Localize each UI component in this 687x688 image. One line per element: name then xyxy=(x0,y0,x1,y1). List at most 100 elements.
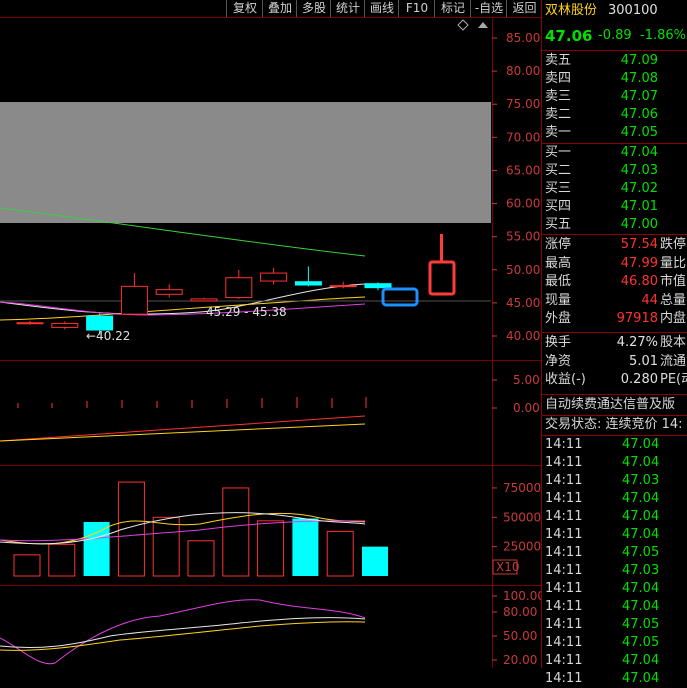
diejia-button[interactable]: 叠加 xyxy=(262,0,297,17)
kline-chart[interactable]: 85.00 80.00 75.00 70.00 65.00 60.00 55.00 50.00… xyxy=(0,18,541,668)
row-label: 外盘 xyxy=(545,311,572,326)
tick-time: 14:11 xyxy=(545,599,583,614)
buy-row[interactable]: 买二 47.03 xyxy=(542,162,687,180)
volume-bar[interactable] xyxy=(362,546,388,576)
volume-bar[interactable] xyxy=(326,530,354,577)
buy-row[interactable]: 买四 47.01 xyxy=(542,198,687,216)
notice-row[interactable]: 自动续费通达信普及版 xyxy=(542,396,687,414)
stats-row[interactable]: 外盘 97918 内盘 xyxy=(542,310,687,328)
current-price: 47.06 xyxy=(545,27,593,45)
row-label: 最低 xyxy=(545,274,572,289)
row-value: 97918 xyxy=(616,311,658,326)
duogu-button[interactable]: 多股 xyxy=(296,0,331,17)
candlestick[interactable] xyxy=(155,284,183,298)
row-value: 47.03 xyxy=(620,163,658,178)
f10-button[interactable]: F10 xyxy=(398,0,435,17)
tick-price: 47.05 xyxy=(622,635,660,650)
candlestick[interactable] xyxy=(51,321,79,330)
macd-bars xyxy=(17,397,367,408)
row-extra-label: 股本 xyxy=(660,335,687,350)
sell-row[interactable]: 卖二 47.06 xyxy=(542,106,687,124)
fanhui-button[interactable]: 返回 xyxy=(506,0,542,17)
kdj-axis-label: 100.00 xyxy=(503,589,541,603)
tick-row: 14:11 47.05 xyxy=(542,544,687,562)
sell-row[interactable]: 卖五 47.09 xyxy=(542,52,687,70)
kdj-k-line xyxy=(0,617,366,649)
diamond-icon[interactable] xyxy=(457,19,469,31)
fuquan-button[interactable]: 复权 xyxy=(226,0,263,17)
sell-row[interactable]: 卖四 47.08 xyxy=(542,70,687,88)
tick-row: 14:11 47.05 xyxy=(542,616,687,634)
row-extra-label: 跌停 xyxy=(660,237,687,252)
row-label: 卖三 xyxy=(545,89,572,104)
sell-row[interactable]: 卖一 47.05 xyxy=(542,124,687,142)
toolbar: 复权 叠加 多股 统计 画线 F10 标记 -自选 返回 xyxy=(0,0,541,18)
huaxian-button[interactable]: 画线 xyxy=(364,0,399,17)
volume-bar[interactable] xyxy=(187,540,215,577)
row-extra-label: 市值 xyxy=(660,274,687,289)
volume-bar[interactable] xyxy=(13,554,41,577)
notice-text: 自动续费通达信普及版 xyxy=(545,397,676,412)
biaoji-button[interactable]: 标记 xyxy=(434,0,471,17)
blue-drawn-box[interactable] xyxy=(381,287,419,307)
buy-row[interactable]: 买一 47.04 xyxy=(542,144,687,162)
tick-row: 14:11 47.03 xyxy=(542,562,687,580)
row-label: 最高 xyxy=(545,255,572,271)
tick-time: 14:11 xyxy=(545,473,583,488)
fund-row[interactable]: 换手 4.27% 股本 xyxy=(542,334,687,352)
red-drawn-box[interactable] xyxy=(428,260,456,296)
stats-row[interactable]: 涨停 57.54 跌停 xyxy=(542,236,687,254)
price-change-pct: -1.86% xyxy=(640,28,686,43)
row-value: 47.00 xyxy=(620,217,658,232)
volume-bar[interactable] xyxy=(292,518,319,576)
volume-bar[interactable] xyxy=(257,520,285,577)
stock-code: 300100 xyxy=(608,3,658,18)
price-row: 47.06 -0.89 -1.86% xyxy=(542,27,687,45)
tick-row: 14:11 47.04 xyxy=(542,580,687,598)
buy-row[interactable]: 买三 47.02 xyxy=(542,180,687,198)
candlestick[interactable] xyxy=(225,269,253,299)
stock-name: 双林股份 xyxy=(545,3,598,18)
tick-time: 14:11 xyxy=(545,545,583,560)
buy-row[interactable]: 买五 47.00 xyxy=(542,216,687,234)
row-label: 涨停 xyxy=(545,237,572,252)
tick-time: 14:11 xyxy=(545,581,583,596)
stats-row[interactable]: 最低 46.80 市值 xyxy=(542,273,687,291)
tick-time: 14:11 xyxy=(545,563,583,578)
zixuan-button[interactable]: -自选 xyxy=(470,0,507,17)
tick-price: 47.03 xyxy=(622,563,660,578)
kdj-j-line xyxy=(0,599,366,665)
triangle-up-icon[interactable] xyxy=(478,22,488,28)
row-label: 净资 xyxy=(545,353,572,369)
volume-bar[interactable] xyxy=(83,522,110,576)
candlestick[interactable] xyxy=(260,267,288,285)
fund-row[interactable]: 收益(-) 0.280PE(动 xyxy=(542,371,687,389)
sell-row[interactable]: 卖三 47.07 xyxy=(542,88,687,106)
row-label: 卖二 xyxy=(545,107,572,122)
divider xyxy=(542,234,687,235)
kdj-axis-label: 20.00 xyxy=(503,653,537,667)
tick-row: 14:11 47.04 xyxy=(542,598,687,616)
candlestick[interactable] xyxy=(16,320,44,325)
row-label: 买二 xyxy=(545,163,572,178)
volume-bar[interactable] xyxy=(48,543,76,577)
row-extra-label: 内盘 xyxy=(660,311,687,326)
volume-bar[interactable] xyxy=(222,487,250,577)
stats-row[interactable]: 最高 47.99 量比 xyxy=(542,255,687,273)
row-value: 47.08 xyxy=(620,71,658,86)
tick-price: 47.05 xyxy=(622,545,660,560)
volume-bar[interactable] xyxy=(152,516,180,577)
stats-row[interactable]: 现量 44 总量 xyxy=(542,292,687,310)
price-axis-label: 70.00 xyxy=(506,130,540,144)
candlestick[interactable] xyxy=(120,273,148,316)
row-value: 47.02 xyxy=(620,181,658,196)
row-value: 47.99 xyxy=(620,255,658,271)
tick-time: 14:11 xyxy=(545,455,583,470)
tongji-button[interactable]: 统计 xyxy=(330,0,365,17)
row-value: 46.80 xyxy=(620,274,658,289)
row-value: 47.01 xyxy=(620,199,658,214)
candlestick[interactable] xyxy=(294,266,322,287)
tick-row: 14:11 47.05 xyxy=(542,634,687,652)
candlestick[interactable] xyxy=(190,297,218,302)
fund-row[interactable]: 净资 5.01 流通 xyxy=(542,353,687,371)
